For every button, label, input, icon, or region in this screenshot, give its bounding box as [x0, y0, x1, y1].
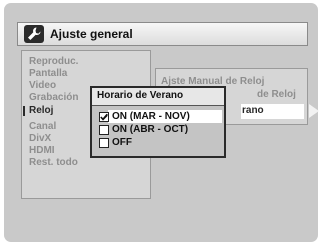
menu-item-divx[interactable]: DivX: [29, 133, 51, 145]
option-on-abr-oct[interactable]: ON (ABR - OCT): [96, 123, 224, 136]
menu-item-hdmi[interactable]: HDMI: [29, 145, 55, 157]
menu-item-reproduc[interactable]: Reproduc.: [29, 56, 78, 68]
option-on-mar-nov[interactable]: ON (MAR - NOV): [96, 110, 224, 123]
option-label: OFF: [112, 137, 132, 148]
osd-screen: Ajuste general Reproduc. Pantalla Video …: [4, 3, 319, 242]
wrench-icon: [24, 25, 44, 43]
menu-item-video[interactable]: Video: [29, 80, 56, 92]
menu-item-pantalla[interactable]: Pantalla: [29, 68, 67, 80]
page-title: Ajuste general: [50, 27, 133, 41]
menu-item-grabacion[interactable]: Grabación: [29, 92, 78, 104]
summer-time-popup: Horario de Verano ON (MAR - NOV) ON (ABR…: [90, 86, 226, 158]
arrow-right-icon: [309, 104, 319, 118]
menu-item-canal[interactable]: Canal: [29, 121, 56, 133]
checkbox-empty-icon[interactable]: [99, 138, 109, 148]
checkbox-empty-icon[interactable]: [99, 125, 109, 135]
popup-title-bar: Horario de Verano: [92, 88, 224, 106]
menu-item-rest-todo[interactable]: Rest. todo: [29, 157, 78, 169]
submenu-item-clock[interactable]: de Reloj: [257, 89, 296, 101]
option-label: ON (ABR - OCT): [112, 124, 189, 135]
menu-item-reloj[interactable]: Reloj: [22, 105, 53, 117]
option-label: ON (MAR - NOV): [112, 111, 190, 122]
title-bar: Ajuste general: [17, 22, 308, 46]
option-off[interactable]: OFF: [96, 136, 224, 149]
checkbox-checked-icon[interactable]: [99, 112, 109, 122]
submenu-item-summer-time[interactable]: rano: [242, 105, 264, 117]
popup-title: Horario de Verano: [97, 90, 184, 101]
